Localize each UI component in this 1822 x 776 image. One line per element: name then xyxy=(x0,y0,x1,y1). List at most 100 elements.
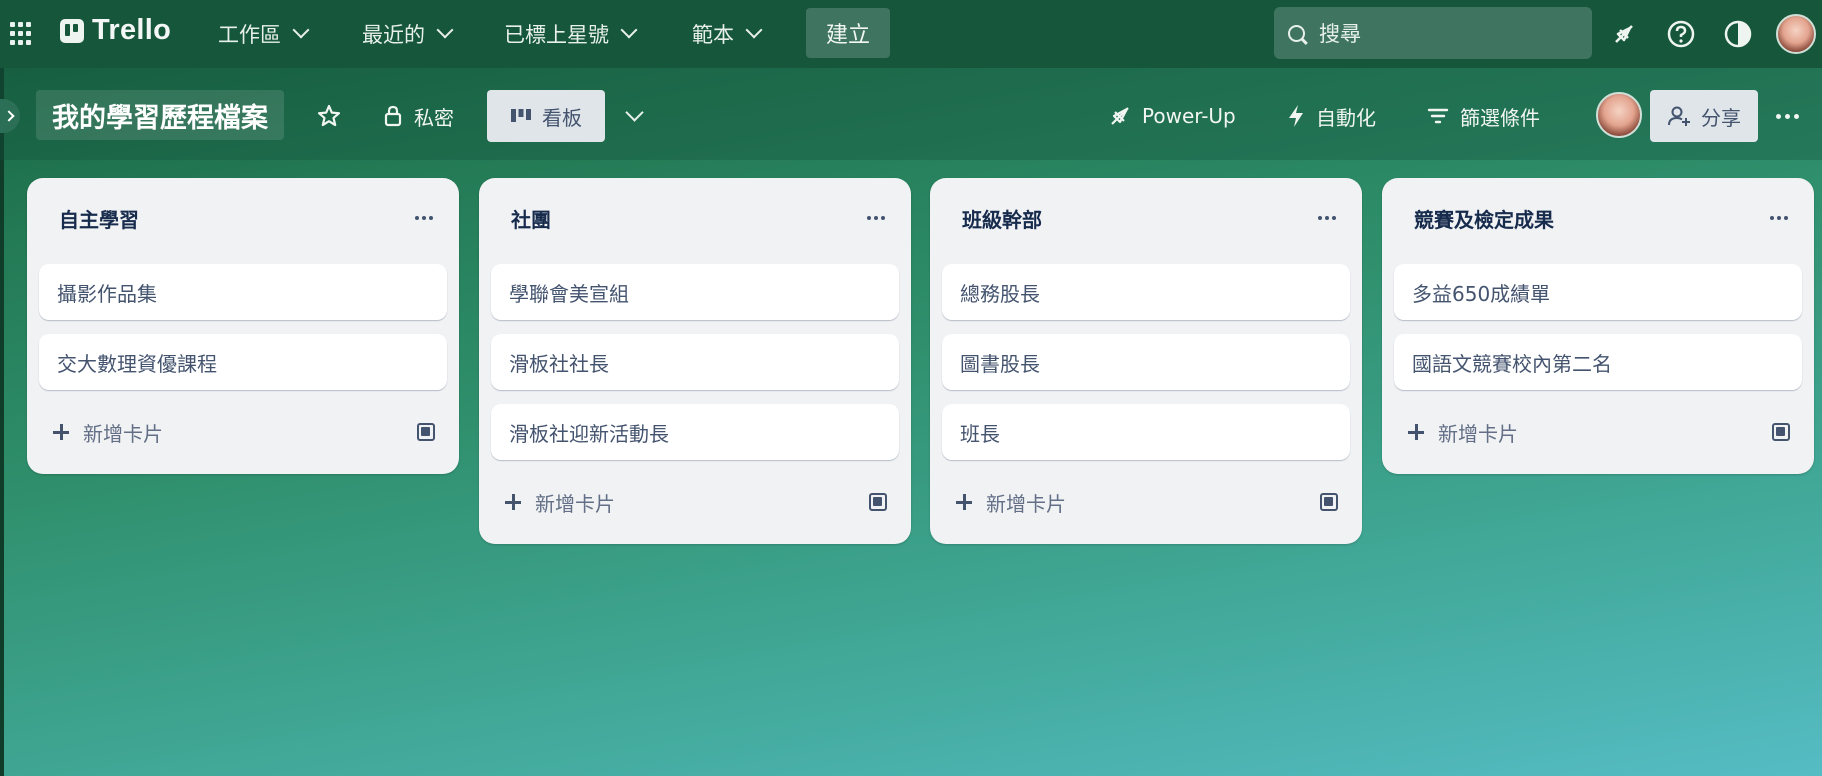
chevron-down-icon xyxy=(292,21,310,39)
card[interactable]: 學聯會美宣組 xyxy=(491,264,899,320)
add-card-button[interactable]: 新增卡片 xyxy=(505,488,615,517)
list-title[interactable]: 班級幹部 xyxy=(962,204,1042,233)
menu-starred[interactable]: 已標上星號 xyxy=(504,16,638,52)
list-actions-icon[interactable] xyxy=(415,216,433,220)
visibility-button[interactable]: 私密 xyxy=(382,94,454,138)
app-switcher-icon[interactable] xyxy=(10,22,34,46)
powerups-label: Power-Up xyxy=(1142,104,1236,128)
search-placeholder: 搜尋 xyxy=(1319,22,1361,46)
menu-templates-label: 範本 xyxy=(692,23,734,47)
plus-icon xyxy=(1408,424,1424,440)
menu-workspaces-label: 工作區 xyxy=(218,23,281,47)
list-competitions: 競賽及檢定成果 多益650成績單 國語文競賽校內第二名 新增卡片 xyxy=(1382,178,1814,474)
board-view-label: 看板 xyxy=(542,105,582,130)
create-from-template-icon[interactable] xyxy=(417,423,435,441)
board-view-button[interactable]: 看板 xyxy=(487,90,605,142)
create-button[interactable]: 建立 xyxy=(806,8,890,58)
card[interactable]: 總務股長 xyxy=(942,264,1350,320)
powerups-button[interactable]: Power-Up xyxy=(1108,94,1236,138)
add-card-button[interactable]: 新增卡片 xyxy=(1408,418,1518,447)
menu-recent-label: 最近的 xyxy=(362,23,425,47)
chevron-down-icon xyxy=(620,21,638,39)
list-footer: 新增卡片 xyxy=(479,474,911,530)
chevron-right-icon xyxy=(2,110,15,122)
visibility-label: 私密 xyxy=(414,105,454,130)
card[interactable]: 交大數理資優課程 xyxy=(39,334,447,390)
lightning-icon xyxy=(1289,105,1303,127)
list-clubs: 社團 學聯會美宣組 滑板社社長 滑板社迎新活動長 新增卡片 xyxy=(479,178,911,544)
filter-icon xyxy=(1427,108,1449,124)
list-self-learning: 自主學習 攝影作品集 交大數理資優課程 新增卡片 xyxy=(27,178,459,474)
star-board-button[interactable] xyxy=(316,94,342,138)
menu-workspaces[interactable]: 工作區 xyxy=(218,16,310,52)
list-title[interactable]: 社團 xyxy=(511,204,551,233)
card[interactable]: 滑板社迎新活動長 xyxy=(491,404,899,460)
card[interactable]: 國語文競賽校內第二名 xyxy=(1394,334,1802,390)
menu-templates[interactable]: 範本 xyxy=(692,16,763,52)
filter-label: 篩選條件 xyxy=(1460,105,1540,130)
switch-view-button[interactable] xyxy=(624,94,644,138)
board-title[interactable]: 我的學習歷程檔案 xyxy=(36,90,284,140)
trello-logo-icon xyxy=(60,18,84,43)
star-icon xyxy=(317,104,341,127)
lock-icon xyxy=(384,105,402,127)
filter-button[interactable]: 篩選條件 xyxy=(1426,94,1540,138)
rocket-icon xyxy=(1111,107,1129,125)
card-container: 攝影作品集 交大數理資優課程 xyxy=(27,258,459,390)
logo-text: Trello xyxy=(92,14,172,46)
list-header: 社團 xyxy=(479,178,911,258)
list-actions-icon[interactable] xyxy=(1318,216,1336,220)
list-footer: 新增卡片 xyxy=(27,404,459,460)
card-container: 學聯會美宣組 滑板社社長 滑板社迎新活動長 xyxy=(479,258,911,460)
add-card-label: 新增卡片 xyxy=(535,491,615,516)
plus-icon xyxy=(956,494,972,510)
list-footer: 新增卡片 xyxy=(930,474,1362,530)
add-card-label: 新增卡片 xyxy=(83,421,163,446)
top-navigation-bar: Trello 工作區 最近的 已標上星號 範本 建立 搜尋 xyxy=(0,0,1822,68)
share-button[interactable]: 分享 xyxy=(1650,90,1758,142)
more-icon xyxy=(1776,113,1799,119)
list-header: 班級幹部 xyxy=(930,178,1362,258)
card[interactable]: 圖書股長 xyxy=(942,334,1350,390)
card-container: 多益650成績單 國語文競賽校內第二名 xyxy=(1382,258,1814,390)
automation-label: 自動化 xyxy=(1316,105,1376,130)
add-card-label: 新增卡片 xyxy=(986,491,1066,516)
card[interactable]: 滑板社社長 xyxy=(491,334,899,390)
create-from-template-icon[interactable] xyxy=(1772,423,1790,441)
add-card-button[interactable]: 新增卡片 xyxy=(53,418,163,447)
menu-starred-label: 已標上星號 xyxy=(504,23,609,47)
automation-button[interactable]: 自動化 xyxy=(1286,94,1376,138)
card[interactable]: 班長 xyxy=(942,404,1350,460)
list-actions-icon[interactable] xyxy=(867,216,885,220)
list-actions-icon[interactable] xyxy=(1770,216,1788,220)
list-title[interactable]: 競賽及檢定成果 xyxy=(1414,204,1554,233)
board-menu-button[interactable] xyxy=(1776,94,1799,138)
add-member-icon xyxy=(1668,106,1690,126)
chevron-down-icon xyxy=(745,21,763,39)
search-icon xyxy=(1288,24,1305,42)
notifications-icon[interactable] xyxy=(1608,18,1640,50)
card[interactable]: 攝影作品集 xyxy=(39,264,447,320)
create-from-template-icon[interactable] xyxy=(869,493,887,511)
create-from-template-icon[interactable] xyxy=(1320,493,1338,511)
list-header: 競賽及檢定成果 xyxy=(1382,178,1814,258)
board-view-icon xyxy=(511,109,531,122)
search-input[interactable]: 搜尋 xyxy=(1274,7,1592,59)
help-icon[interactable] xyxy=(1665,18,1697,50)
board-member-avatar[interactable] xyxy=(1596,92,1642,138)
list-title[interactable]: 自主學習 xyxy=(59,204,139,233)
menu-recent[interactable]: 最近的 xyxy=(362,16,454,52)
card[interactable]: 多益650成績單 xyxy=(1394,264,1802,320)
user-avatar[interactable] xyxy=(1776,14,1816,54)
plus-icon xyxy=(53,424,69,440)
card-container: 總務股長 圖書股長 班長 xyxy=(930,258,1362,460)
list-header: 自主學習 xyxy=(27,178,459,258)
list-footer: 新增卡片 xyxy=(1382,404,1814,460)
share-label: 分享 xyxy=(1701,105,1741,130)
add-card-button[interactable]: 新增卡片 xyxy=(956,488,1066,517)
theme-toggle-icon[interactable] xyxy=(1722,18,1754,50)
trello-logo[interactable]: Trello xyxy=(60,14,171,47)
list-class-officers: 班級幹部 總務股長 圖書股長 班長 新增卡片 xyxy=(930,178,1362,544)
chevron-down-icon xyxy=(625,102,644,122)
plus-icon xyxy=(505,494,521,510)
